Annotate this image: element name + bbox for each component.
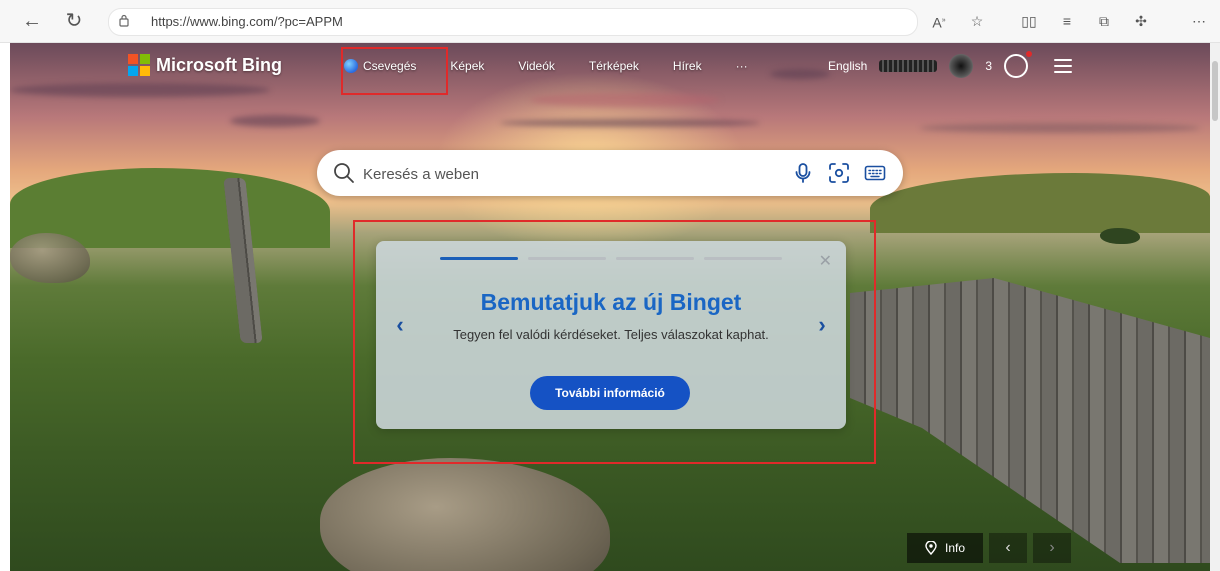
back-arrow-icon[interactable]: ← [20, 9, 44, 33]
promo-description: Tegyen fel valódi kérdéseket. Teljes vál… [453, 327, 769, 342]
keyboard-icon[interactable] [863, 161, 887, 185]
slide-indicator-4[interactable] [704, 257, 782, 260]
favorites-list-icon[interactable]: ≡ [1056, 11, 1078, 31]
hamburger-menu-icon[interactable] [1054, 59, 1073, 73]
user-name-redacted[interactable] [879, 60, 938, 72]
hill-shape [870, 173, 1210, 233]
nav-news[interactable]: Hírek [673, 59, 702, 73]
nav-maps[interactable]: Térképek [589, 59, 639, 73]
visual-search-icon[interactable] [827, 161, 851, 185]
cloud-shape [10, 83, 270, 97]
close-icon[interactable]: ✕ [819, 251, 832, 271]
previous-image-chevron-icon[interactable]: ‹ [989, 533, 1027, 563]
nav-videos[interactable]: Videók [518, 59, 554, 73]
microsoft-logo-icon [128, 54, 150, 76]
scrollbar-thumb[interactable] [1212, 61, 1218, 121]
cloud-shape [230, 115, 320, 127]
search-input[interactable] [361, 161, 785, 187]
search-icon[interactable] [333, 162, 355, 184]
new-bing-promo-card: ✕ ‹ › Bemutatjuk az új Binget Tegyen fel… [376, 241, 846, 429]
bing-homepage: Microsoft Bing Csevegés Képek Videók Tér… [10, 43, 1210, 571]
slide-indicator-1[interactable] [440, 257, 518, 260]
image-info-bar: Info ‹ › [907, 533, 1072, 563]
info-button[interactable]: Info [907, 533, 983, 563]
more-options-icon[interactable]: ⋯ [1188, 11, 1210, 31]
slide-indicator-3[interactable] [616, 257, 694, 260]
browser-toolbar: ← ↻ https://www.bing.com/?pc=APPM A» ☆ ▯… [0, 0, 1220, 43]
avatar[interactable] [949, 54, 974, 78]
bush-shape [1100, 228, 1140, 244]
extensions-icon[interactable]: ✣ [1130, 11, 1152, 31]
brand-name: Microsoft Bing [156, 54, 282, 75]
info-label: Info [944, 541, 965, 555]
url-text: https://www.bing.com/?pc=APPM [151, 14, 343, 29]
nav-images[interactable]: Képek [450, 59, 484, 73]
cloud-shape [920, 123, 1200, 133]
learn-more-button[interactable]: További információ [530, 376, 690, 410]
collections-icon[interactable]: ⧉ [1093, 11, 1115, 31]
cloud-shape [500, 119, 760, 127]
lock-icon [119, 14, 129, 27]
promo-title: Bemutatjuk az új Binget [480, 289, 742, 315]
rewards-count: 3 [985, 59, 993, 73]
next-image-chevron-icon[interactable]: › [1033, 533, 1071, 563]
location-pin-icon [925, 541, 937, 555]
microphone-icon[interactable] [791, 161, 815, 185]
slide-indicator-2[interactable] [528, 257, 606, 260]
next-slide-chevron-icon[interactable]: › [814, 313, 830, 337]
split-screen-icon[interactable]: ▯▯ [1018, 11, 1040, 31]
language-toggle[interactable]: English [828, 59, 867, 73]
highlight-box-chat [341, 47, 448, 95]
refresh-icon[interactable]: ↻ [62, 9, 86, 33]
foreground-rock [320, 458, 610, 571]
rewards-trophy-icon[interactable] [1004, 51, 1033, 78]
previous-slide-chevron-icon[interactable]: ‹ [392, 313, 408, 337]
favorite-star-icon[interactable]: ☆ [966, 11, 988, 31]
nav-more[interactable]: ··· [736, 59, 748, 73]
slide-progress-indicator [440, 257, 782, 260]
cloud-shape [530, 93, 720, 107]
stone-wall [850, 278, 1210, 563]
read-aloud-icon[interactable]: A» [928, 11, 950, 31]
header-right-controls: English 3 [828, 51, 1073, 79]
search-box [317, 150, 903, 196]
bing-logo[interactable]: Microsoft Bing [128, 54, 282, 76]
page-scrollbar[interactable] [1210, 43, 1220, 571]
address-bar[interactable]: https://www.bing.com/?pc=APPM [108, 8, 918, 36]
